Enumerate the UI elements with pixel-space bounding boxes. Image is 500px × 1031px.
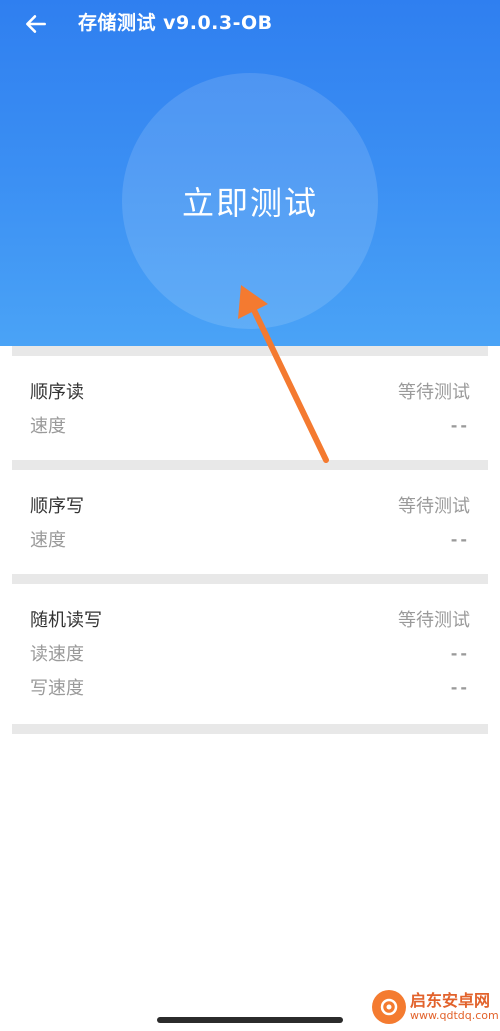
metric-value: -- [450,415,470,435]
test-name: 随机读写 [30,610,102,631]
test-name: 顺序读 [30,382,84,403]
test-status: 等待测试 [398,610,470,631]
metric-label: 读速度 [30,644,84,665]
start-test-label: 立即测试 [181,184,318,222]
metric-label: 写速度 [30,678,84,699]
watermark-text: 启东安卓网 [410,991,491,1011]
watermark-url: www.qdtdq.com [410,1008,499,1022]
metric-value: -- [450,643,470,663]
divider [12,724,488,734]
watermark: 启东安卓网 www.qdtdq.com [372,990,499,1024]
metric-label: 速度 [30,530,66,551]
test-status: 等待测试 [398,496,470,517]
start-test-button[interactable]: 立即测试 [122,73,378,329]
test-card-sequential-read: 顺序读 等待测试 速度 -- [0,356,500,460]
test-status: 等待测试 [398,382,470,403]
watermark-logo-icon [372,990,406,1024]
test-card-random-read-write: 随机读写 等待测试 读速度 -- 写速度 -- [0,584,500,724]
page-title: 存储测试 v9.0.3-OB [78,12,273,34]
arrow-left-icon [26,15,46,33]
home-indicator[interactable] [157,1017,343,1023]
test-name: 顺序写 [30,496,84,517]
metric-value: -- [450,529,470,549]
back-button[interactable] [18,6,54,42]
metric-value: -- [450,677,470,697]
app-header: 存储测试 v9.0.3-OB 立即测试 [0,0,500,346]
divider [12,346,488,356]
divider [12,460,488,470]
divider [12,574,488,584]
metric-label: 速度 [30,416,66,437]
test-card-sequential-write: 顺序写 等待测试 速度 -- [0,470,500,574]
